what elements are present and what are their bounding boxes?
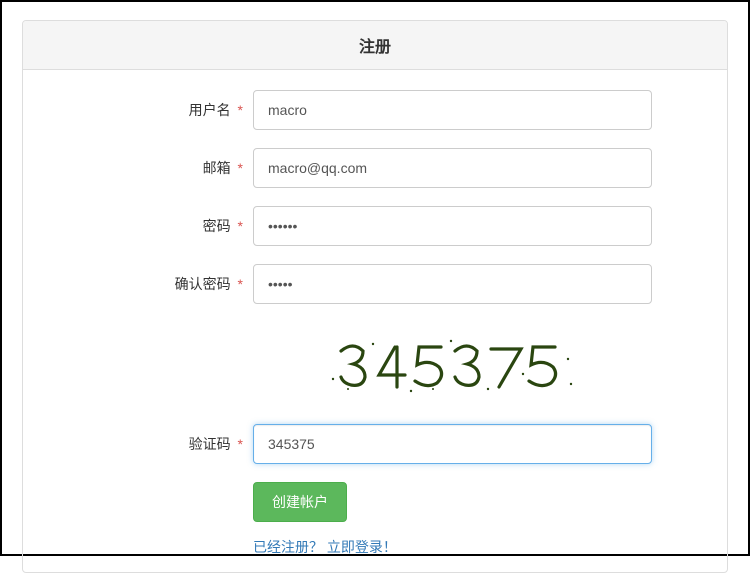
required-mark: * [238,160,243,176]
captcha-input[interactable] [253,424,652,464]
captcha-label: 验证码 * [38,434,253,454]
login-link-row: 已经注册？ 立即登录！ [253,537,712,557]
required-mark: * [238,276,243,292]
confirm-password-input-col [253,264,712,304]
captcha-input-col [253,424,712,464]
panel-title: 注册 [38,33,712,57]
confirm-password-group: 确认密码 * [38,264,712,304]
required-mark: * [238,436,243,452]
username-input[interactable] [253,90,652,130]
create-account-button[interactable]: 创建帐户 [253,482,347,522]
password-label: 密码 * [38,216,253,236]
panel-body: 用户名 * 邮箱 * 密码 * [23,70,727,572]
username-group: 用户名 * [38,90,712,130]
captcha-image-row [38,329,712,399]
captcha-input-group: 验证码 * [38,424,712,464]
submit-row: 创建帐户 [253,482,712,522]
confirm-password-field[interactable] [253,264,652,304]
captcha-image[interactable] [253,329,652,399]
captcha-label-text: 验证码 [189,436,231,452]
login-link[interactable]: 立即登录！ [327,539,397,555]
required-mark: * [238,102,243,118]
confirm-password-label: 确认密码 * [38,274,253,294]
password-label-text: 密码 [203,218,231,234]
password-input-col [253,206,712,246]
email-label: 邮箱 * [38,158,253,178]
captcha-svg [323,329,583,399]
username-label-text: 用户名 [189,102,231,118]
password-group: 密码 * [38,206,712,246]
login-link-prefix: 已经注册？ [253,539,323,555]
username-input-col [253,90,712,130]
email-group: 邮箱 * [38,148,712,188]
password-field[interactable] [253,206,652,246]
panel-heading: 注册 [23,21,727,70]
register-panel: 注册 用户名 * 邮箱 * 密码 * [22,20,728,573]
captcha-image-col [253,329,712,399]
confirm-password-label-text: 确认密码 [175,276,231,292]
email-input-col [253,148,712,188]
username-label: 用户名 * [38,100,253,120]
required-mark: * [238,218,243,234]
email-label-text: 邮箱 [203,160,231,176]
email-field[interactable] [253,148,652,188]
